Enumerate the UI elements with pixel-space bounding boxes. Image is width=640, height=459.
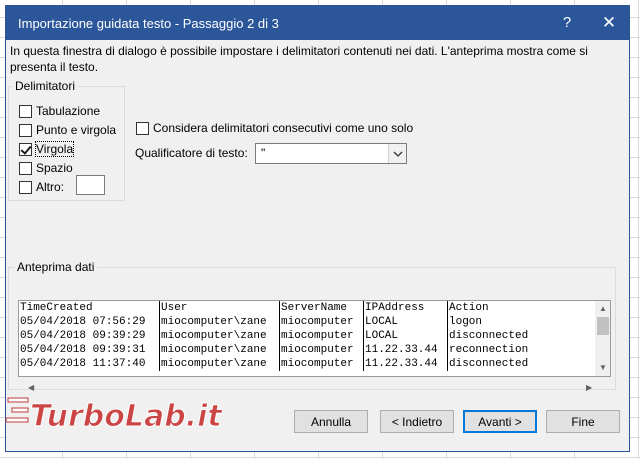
preview-cell: miocomputer — [279, 357, 364, 371]
preview-group-label: Anteprima dati — [14, 260, 98, 274]
preview-cell: 11.22.33.44 — [363, 357, 448, 371]
preview-cell: User — [159, 301, 280, 315]
preview-cell: LOCAL — [363, 315, 448, 329]
scroll-down-icon[interactable]: ▼ — [599, 363, 607, 372]
preview-cell: miocomputer\zane — [159, 329, 280, 343]
text-qualifier-label: Qualificatore di testo: — [135, 146, 248, 160]
preview-row: 05/04/2018 11:37:40 miocomputer\zane mioco… — [19, 357, 589, 371]
preview-cell: disconnected — [449, 358, 529, 370]
checkbox-box[interactable] — [19, 123, 32, 137]
svg-text:TurboLab.it: TurboLab.it — [30, 399, 223, 434]
checkbox-punto-e-virgola[interactable]: Punto e virgola — [19, 122, 116, 138]
preview-cell: ServerName — [279, 301, 364, 315]
checkbox-label: Virgola — [34, 141, 75, 157]
data-preview[interactable]: TimeCreated User ServerName IPAddress Action… — [18, 300, 611, 377]
scroll-up-icon[interactable]: ▲ — [599, 304, 607, 313]
scroll-thumb[interactable] — [597, 317, 609, 335]
preview-cell: IPAddress — [363, 301, 448, 315]
preview-cell: logon — [449, 316, 483, 328]
preview-cell: 05/04/2018 09:39:31 — [19, 343, 160, 357]
vertical-scrollbar[interactable]: ▲ ▼ — [595, 301, 610, 376]
checkbox-label: Altro: — [36, 180, 65, 194]
title-bar: Importazione guidata testo - Passaggio 2… — [6, 6, 629, 40]
checkbox-box[interactable] — [19, 180, 32, 194]
checkbox-virgola[interactable]: Virgola — [19, 141, 75, 157]
preview-cell: miocomputer — [279, 329, 364, 343]
cancel-button[interactable]: Annulla — [294, 410, 368, 433]
checkbox-label: Punto e virgola — [36, 123, 117, 137]
finish-button[interactable]: Fine — [546, 410, 620, 433]
checkbox-spazio[interactable]: Spazio — [19, 160, 73, 176]
turbolab-watermark-logo: TurboLab.it — [5, 397, 224, 435]
checkbox-box[interactable] — [136, 121, 149, 135]
preview-cell: miocomputer\zane — [159, 315, 280, 329]
preview-cell: reconnection — [449, 344, 529, 356]
preview-cell: disconnected — [449, 330, 529, 342]
preview-cell: 05/04/2018 07:56:29 — [19, 315, 160, 329]
preview-row: 05/04/2018 09:39:29 miocomputer\zane mioco… — [19, 329, 589, 343]
checkbox-label: Tabulazione — [36, 104, 101, 118]
help-button[interactable]: ? — [552, 11, 582, 35]
preview-table: TimeCreated User ServerName IPAddress Action… — [19, 301, 589, 371]
checkbox-box[interactable] — [19, 161, 32, 175]
preview-cell: 05/04/2018 11:37:40 — [19, 357, 160, 371]
intro-text: In questa finestra di dialogo è possibil… — [10, 44, 588, 74]
checkbox-consecutive-delimiters[interactable]: Considera delimitatori consecutivi come … — [136, 120, 413, 136]
text-qualifier-select[interactable]: " — [255, 143, 407, 164]
close-button[interactable]: ✕ — [594, 11, 624, 35]
preview-cell: miocomputer — [279, 315, 364, 329]
preview-cell: Action — [449, 302, 489, 314]
preview-cell: LOCAL — [363, 329, 448, 343]
preview-cell: 05/04/2018 09:39:29 — [19, 329, 160, 343]
preview-cell: miocomputer — [279, 343, 364, 357]
delimiters-group-label: Delimitatori — [12, 79, 79, 93]
checkbox-tabulazione[interactable]: Tabulazione — [19, 103, 100, 119]
checkbox-altro[interactable]: Altro: — [19, 179, 64, 195]
chevron-down-icon[interactable] — [388, 144, 406, 163]
preview-cell: miocomputer\zane — [159, 343, 280, 357]
preview-cell: 11.22.33.44 — [363, 343, 448, 357]
text-qualifier-value: " — [261, 146, 266, 160]
preview-row: 05/04/2018 09:39:31 miocomputer\zane mioco… — [19, 343, 589, 357]
preview-row: 05/04/2018 07:56:29 miocomputer\zane mioco… — [19, 315, 589, 329]
preview-cell: TimeCreated — [19, 301, 160, 315]
scroll-right-icon[interactable]: ▶ — [586, 383, 592, 392]
preview-cell: miocomputer\zane — [159, 357, 280, 371]
next-button[interactable]: Avanti > — [463, 410, 537, 433]
back-button[interactable]: < Indietro — [380, 410, 454, 433]
checkbox-box[interactable] — [19, 104, 32, 118]
checkbox-label: Spazio — [36, 161, 73, 175]
preview-header-row: TimeCreated User ServerName IPAddress Action — [19, 301, 589, 315]
altro-delimiter-input[interactable] — [76, 175, 105, 195]
checkbox-label: Considera delimitatori consecutivi come … — [153, 121, 414, 135]
checkbox-box-checked[interactable] — [19, 142, 32, 156]
window-title: Importazione guidata testo - Passaggio 2… — [18, 16, 279, 31]
